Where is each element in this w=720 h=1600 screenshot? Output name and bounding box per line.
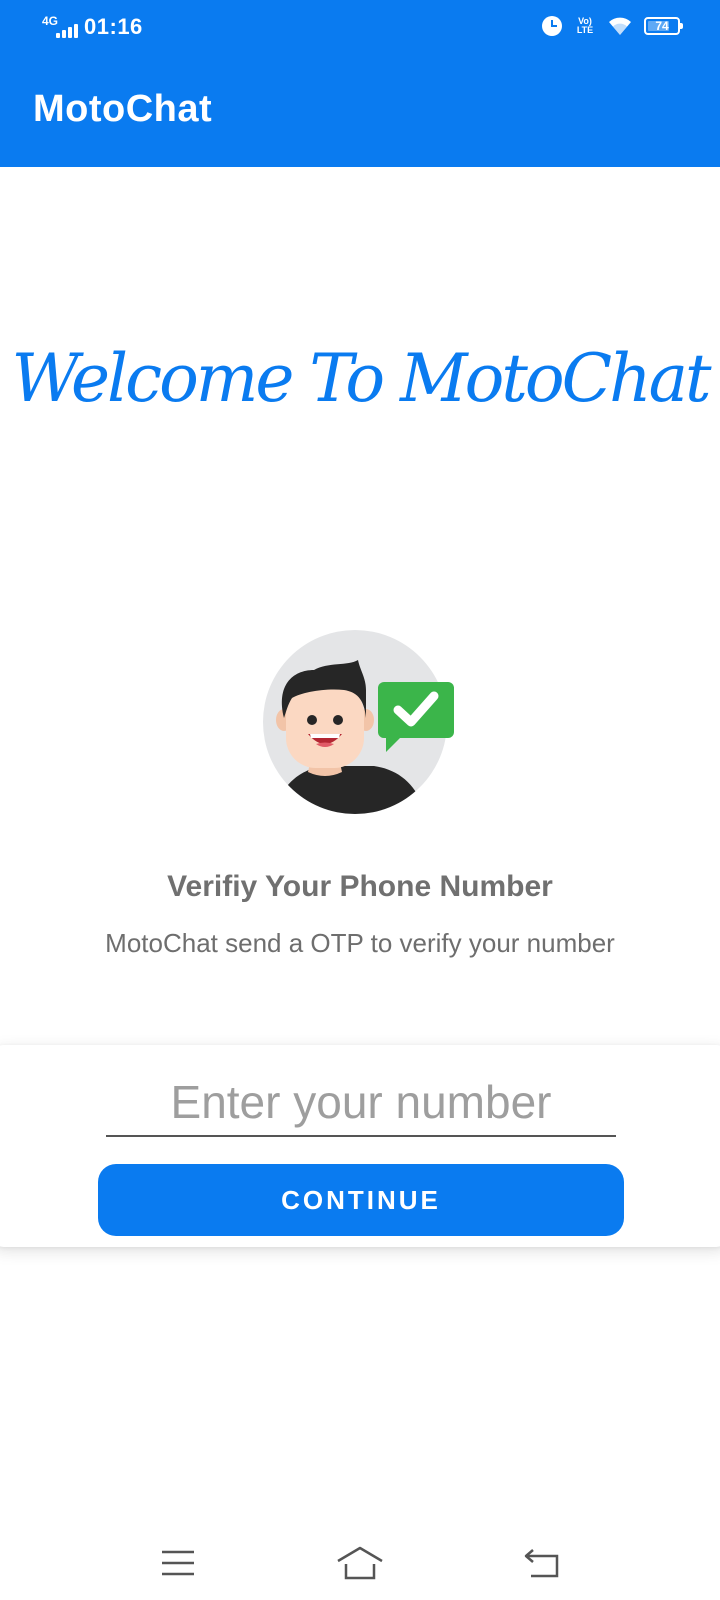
phone-number-input[interactable] bbox=[106, 1069, 616, 1137]
verified-user-illustration bbox=[262, 628, 462, 822]
status-bar: 4G 01:16 Vo) LTE 74 bbox=[0, 0, 720, 56]
status-left: 4G 01:16 bbox=[42, 14, 143, 40]
home-icon bbox=[337, 1546, 383, 1580]
home-button[interactable] bbox=[330, 1540, 390, 1586]
back-icon bbox=[524, 1549, 559, 1578]
status-right: Vo) LTE 74 bbox=[542, 16, 683, 36]
battery-icon: 74 bbox=[644, 17, 683, 35]
system-nav-bar bbox=[0, 1520, 720, 1600]
signal-icon bbox=[56, 22, 79, 38]
screen: 4G 01:16 Vo) LTE 74 MotoChat Welcome To … bbox=[0, 0, 720, 1600]
status-time: 01:16 bbox=[84, 14, 143, 39]
phone-form-card: CONTINUE bbox=[0, 1045, 720, 1247]
app-title: MotoChat bbox=[33, 88, 213, 130]
app-bar: 4G 01:16 Vo) LTE 74 MotoChat bbox=[0, 0, 720, 167]
network-type: 4G bbox=[42, 14, 59, 28]
welcome-heading: Welcome To MotoChat bbox=[11, 340, 711, 417]
back-button[interactable] bbox=[512, 1540, 572, 1586]
volte-icon: Vo) LTE bbox=[576, 16, 594, 35]
wifi-icon bbox=[608, 16, 632, 36]
menu-button[interactable] bbox=[148, 1540, 208, 1586]
alarm-icon bbox=[542, 16, 562, 36]
verify-title: Verifiy Your Phone Number bbox=[167, 870, 553, 903]
verify-subtitle: MotoChat send a OTP to verify your numbe… bbox=[105, 928, 615, 958]
battery-level: 74 bbox=[655, 19, 669, 33]
menu-icon bbox=[162, 1550, 194, 1576]
continue-button[interactable]: CONTINUE bbox=[98, 1164, 624, 1236]
